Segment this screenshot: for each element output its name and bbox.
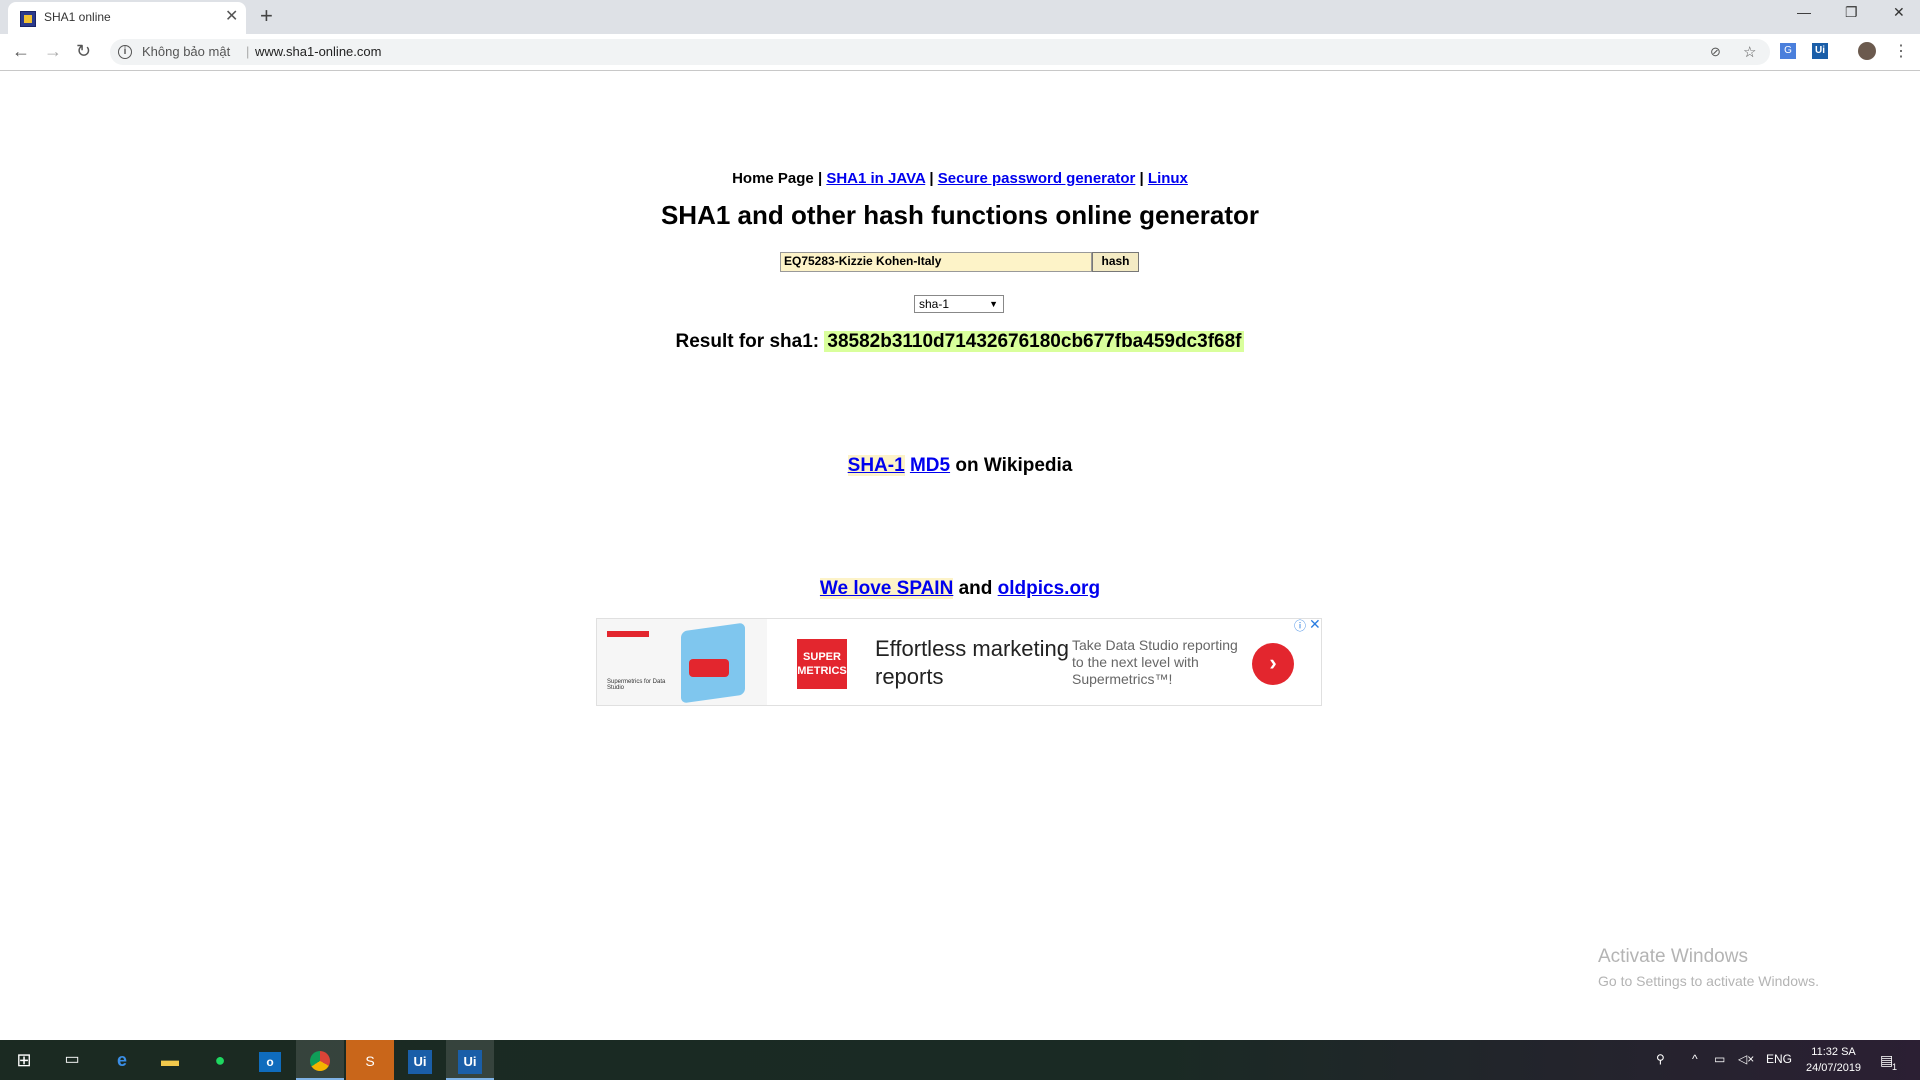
ad-illustration-accent — [689, 659, 729, 677]
system-clock[interactable]: 11:32 SA 24/07/2019 — [1806, 1044, 1861, 1076]
windows-start-icon[interactable]: ⊞ — [0, 1040, 48, 1080]
nav-separator: | — [1139, 170, 1144, 187]
file-explorer-icon[interactable]: ▬ — [146, 1040, 194, 1080]
edge-icon[interactable]: e — [98, 1040, 146, 1080]
result-hash-value: 38582b3110d71432676180cb677fba459dc3f68f — [824, 331, 1245, 352]
volume-muted-icon[interactable]: ◁× — [1738, 1052, 1754, 1066]
clock-time: 11:32 SA — [1811, 1046, 1856, 1058]
task-view-icon[interactable]: ▭ — [48, 1040, 96, 1080]
tab-title: SHA1 online — [44, 10, 111, 24]
ad-thumb-brand-bar — [607, 631, 649, 637]
nav-separator: | — [817, 170, 823, 187]
result-line: Result for sha1: 38582b3110d71432676180c… — [0, 331, 1920, 353]
ad-body-text: Take Data Studio reporting to the next l… — [1072, 637, 1238, 687]
tab-strip: SHA1 online ✕ + — ❐ ✕ — [0, 0, 1920, 34]
notification-count: 1 — [1892, 1062, 1898, 1072]
address-bar[interactable]: i Không bảo mật | www.sha1-online.com ⊘ … — [110, 39, 1770, 65]
language-indicator[interactable]: ENG — [1766, 1052, 1792, 1066]
nav-separator: | — [929, 170, 934, 187]
and-text: and — [958, 578, 993, 599]
clock-date: 24/07/2019 — [1806, 1062, 1862, 1074]
activate-windows-title: Activate Windows — [1598, 946, 1748, 967]
algorithm-select[interactable]: sha-1 ▼ — [914, 295, 1004, 313]
minimize-icon[interactable]: — — [1797, 4, 1811, 20]
skype-icon[interactable]: S — [346, 1040, 394, 1080]
ad-headline: Effortless marketing reports — [875, 636, 1070, 689]
restore-icon[interactable]: ❐ — [1845, 4, 1858, 21]
wiki-link-sha1[interactable]: SHA-1 — [847, 455, 905, 476]
browser-tab[interactable]: SHA1 online ✕ — [8, 2, 246, 34]
page-title: SHA1 and other hash functions online gen… — [660, 200, 1260, 230]
address-separator: | — [246, 44, 250, 59]
security-label: Không bảo mật — [142, 44, 231, 59]
forward-icon[interactable]: → — [44, 41, 62, 61]
ad-logo: SUPER METRICS — [797, 639, 847, 689]
wiki-suffix: on Wikipedia — [955, 455, 1073, 476]
dropdown-arrow-icon: ▼ — [989, 299, 998, 309]
info-icon[interactable]: i — [118, 45, 132, 59]
ad-thumbnail: Supermetrics for Data Studio — [597, 619, 767, 705]
url-text: www.sha1-online.com — [255, 44, 382, 59]
site-favicon-icon — [20, 11, 36, 27]
reload-icon[interactable]: ↻ — [76, 41, 91, 61]
outlook-icon[interactable]: o — [246, 1040, 294, 1080]
spain-link[interactable]: We love SPAIN — [819, 578, 954, 599]
ad-thumb-caption: Supermetrics for Data Studio — [607, 679, 666, 691]
ad-arrow-icon[interactable]: › — [1252, 643, 1294, 685]
nav-link-password-generator[interactable]: Secure password generator — [938, 170, 1136, 187]
chrome-icon[interactable] — [296, 1040, 344, 1080]
tray-chevron-up-icon[interactable]: ^ — [1692, 1052, 1698, 1066]
top-navigation: Home Page | SHA1 in JAVA | Secure passwo… — [0, 170, 1920, 187]
close-window-icon[interactable]: ✕ — [1893, 4, 1905, 21]
nav-link-linux[interactable]: Linux — [1148, 170, 1188, 187]
network-icon[interactable]: ▭ — [1714, 1052, 1725, 1066]
nav-link-sha1-java[interactable]: SHA1 in JAVA — [826, 170, 925, 187]
bookmark-star-icon[interactable]: ☆ — [1743, 43, 1756, 61]
translate-extension-icon[interactable]: G — [1780, 43, 1796, 59]
activate-windows-subtitle: Go to Settings to activate Windows. — [1598, 973, 1819, 989]
back-icon[interactable]: ← — [12, 41, 30, 61]
hash-button[interactable]: hash — [1092, 252, 1139, 272]
menu-kebab-icon[interactable]: ⋮ — [1893, 41, 1909, 61]
nav-home: Home Page — [732, 170, 814, 187]
taskbar: ⊞ ▭ e ▬ ● o S Ui Ui ⚲ ^ ▭ ◁× ENG 11:32 S… — [0, 1040, 1920, 1080]
ad-info-icon[interactable]: ⓘ — [1294, 617, 1306, 634]
ad-close-icon[interactable]: ✕ — [1309, 616, 1321, 633]
ad-banner[interactable]: Supermetrics for Data Studio SUPER METRI… — [596, 616, 1322, 706]
uipath-studio-icon[interactable]: Ui — [396, 1040, 444, 1080]
algorithm-selected-value: sha-1 — [919, 297, 950, 311]
people-icon[interactable]: ⚲ — [1656, 1052, 1665, 1066]
wiki-link-md5[interactable]: MD5 — [910, 455, 950, 476]
profile-avatar[interactable] — [1858, 42, 1876, 60]
footer-links: We love SPAIN and oldpics.org — [0, 578, 1920, 600]
uipath-robot-icon[interactable]: Ui — [446, 1040, 494, 1080]
browser-toolbar: ← → ↻ i Không bảo mật | www.sha1-online.… — [0, 34, 1920, 71]
translate-blocked-icon[interactable]: ⊘ — [1710, 44, 1721, 60]
spotify-icon[interactable]: ● — [196, 1040, 244, 1080]
new-tab-icon[interactable]: + — [260, 4, 273, 28]
result-label: Result for sha1: — [675, 331, 820, 352]
hash-input[interactable]: EQ75283-Kizzie Kohen-Italy — [780, 252, 1092, 272]
oldpics-link[interactable]: oldpics.org — [998, 578, 1100, 599]
uipath-extension-icon[interactable]: Ui — [1812, 43, 1828, 59]
wikipedia-links: SHA-1 MD5 on Wikipedia — [0, 455, 1920, 477]
close-tab-icon[interactable]: ✕ — [225, 8, 238, 26]
